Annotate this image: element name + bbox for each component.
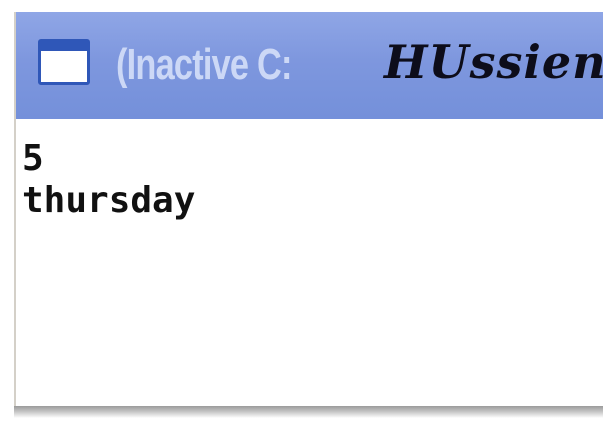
console-window: (Inactive C: HUssien 5 thursday bbox=[14, 12, 603, 406]
console-output[interactable]: 5 thursday bbox=[16, 119, 603, 406]
title-bar[interactable]: (Inactive C: HUssien bbox=[16, 12, 603, 119]
console-line: thursday bbox=[22, 180, 196, 221]
console-window-icon[interactable] bbox=[38, 39, 90, 85]
console-line: 5 bbox=[22, 138, 44, 179]
window-title: (Inactive C: bbox=[116, 40, 292, 89]
window-bottom-edge bbox=[14, 406, 603, 418]
window-title-name: HUssien bbox=[384, 35, 603, 89]
screenshot-frame: (Inactive C: HUssien 5 thursday bbox=[0, 0, 603, 421]
